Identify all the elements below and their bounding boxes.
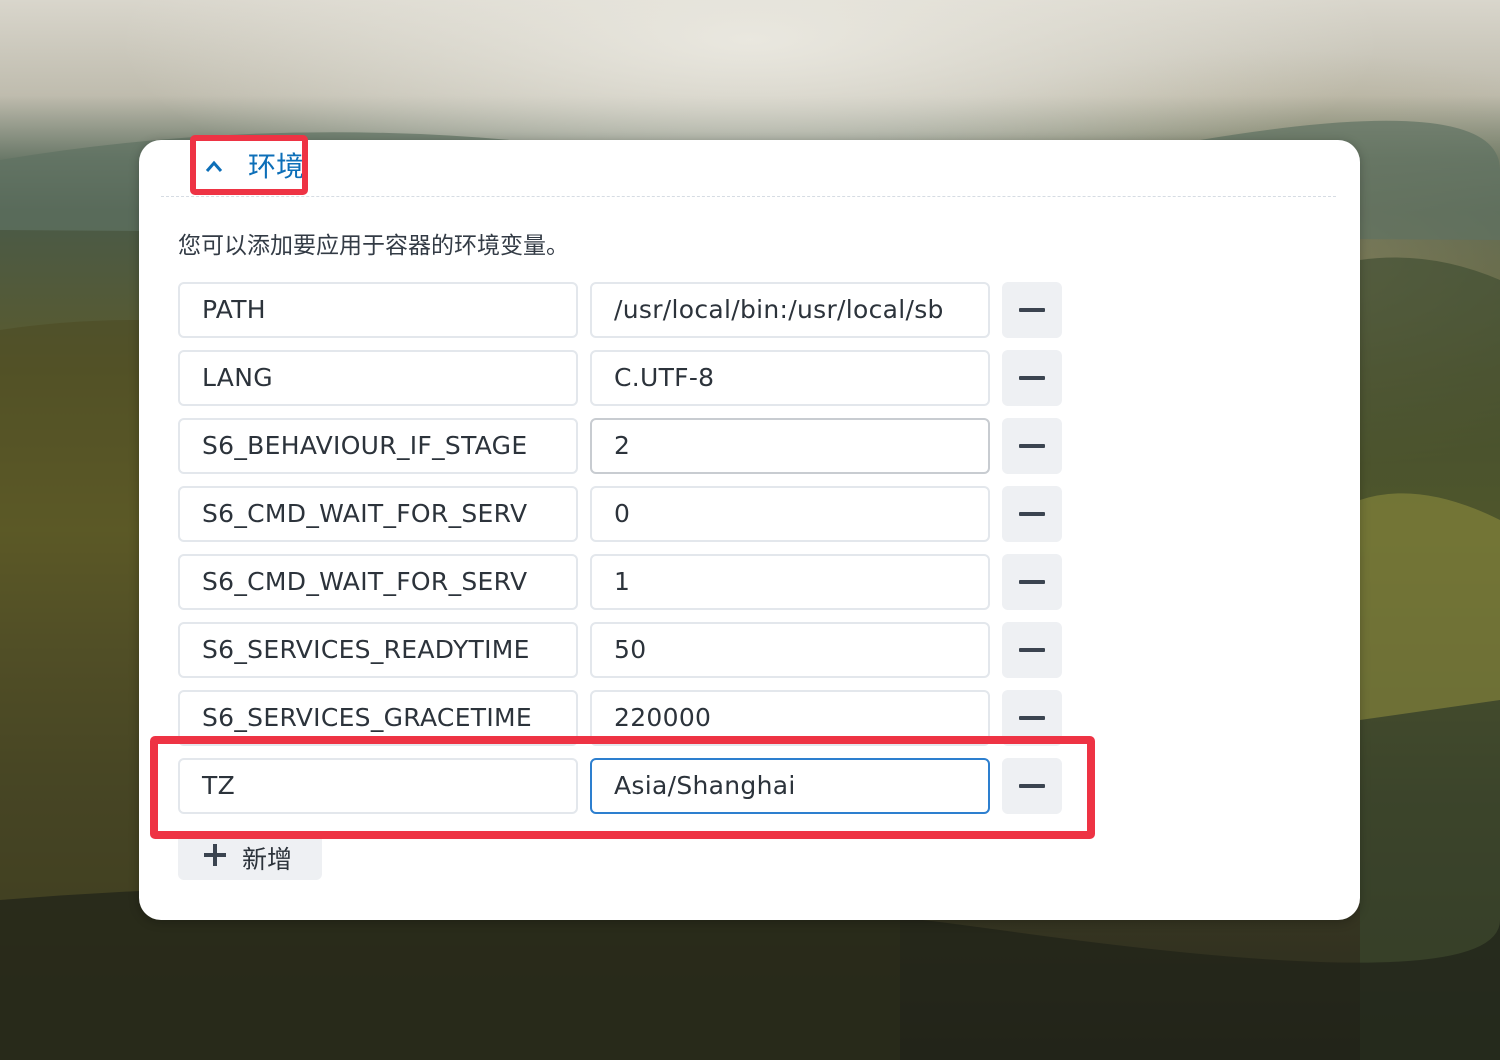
env-row: S6_CMD_WAIT_FOR_SERV 1 <box>178 554 1063 610</box>
env-value-input[interactable]: /usr/local/bin:/usr/local/sb <box>590 282 990 338</box>
env-row: LANG C.UTF-8 <box>178 350 1063 406</box>
env-value-input[interactable]: 2 <box>590 418 990 474</box>
minus-icon <box>1019 580 1045 584</box>
env-key-input[interactable]: PATH <box>178 282 578 338</box>
minus-icon <box>1019 648 1045 652</box>
env-key-input[interactable]: S6_CMD_WAIT_FOR_SERV <box>178 486 578 542</box>
env-value-input[interactable]: 0 <box>590 486 990 542</box>
minus-icon <box>1019 444 1045 448</box>
plus-icon <box>204 844 226 866</box>
env-key-input[interactable]: LANG <box>178 350 578 406</box>
env-value-input[interactable]: 1 <box>590 554 990 610</box>
minus-icon <box>1019 512 1045 516</box>
minus-icon <box>1019 308 1045 312</box>
minus-icon <box>1019 716 1045 720</box>
environment-panel: 环境 您可以添加要应用于容器的环境变量。 PATH /usr/local/bin… <box>139 135 1360 920</box>
env-row: S6_CMD_WAIT_FOR_SERV 0 <box>178 486 1063 542</box>
minus-icon <box>1019 376 1045 380</box>
title-highlight-box <box>190 135 308 195</box>
env-value-input[interactable]: C.UTF-8 <box>590 350 990 406</box>
env-value-input[interactable]: 50 <box>590 622 990 678</box>
env-row: S6_SERVICES_READYTIME 50 <box>178 622 1063 678</box>
remove-row-button[interactable] <box>1002 282 1062 338</box>
env-key-input[interactable]: S6_BEHAVIOUR_IF_STAGE <box>178 418 578 474</box>
remove-row-button[interactable] <box>1002 350 1062 406</box>
add-env-button[interactable]: 新增 <box>178 832 322 880</box>
remove-row-button[interactable] <box>1002 622 1062 678</box>
env-key-input[interactable]: S6_SERVICES_READYTIME <box>178 622 578 678</box>
remove-row-button[interactable] <box>1002 418 1062 474</box>
remove-row-button[interactable] <box>1002 486 1062 542</box>
section-description: 您可以添加要应用于容器的环境变量。 <box>178 233 569 259</box>
remove-row-button[interactable] <box>1002 554 1062 610</box>
env-row: PATH /usr/local/bin:/usr/local/sb <box>178 282 1063 338</box>
section-header[interactable]: 环境 <box>161 140 1336 197</box>
env-key-input[interactable]: S6_CMD_WAIT_FOR_SERV <box>178 554 578 610</box>
tz-row-highlight-box <box>150 736 1095 839</box>
add-button-label: 新增 <box>242 845 293 874</box>
env-row: S6_BEHAVIOUR_IF_STAGE 2 <box>178 418 1063 474</box>
